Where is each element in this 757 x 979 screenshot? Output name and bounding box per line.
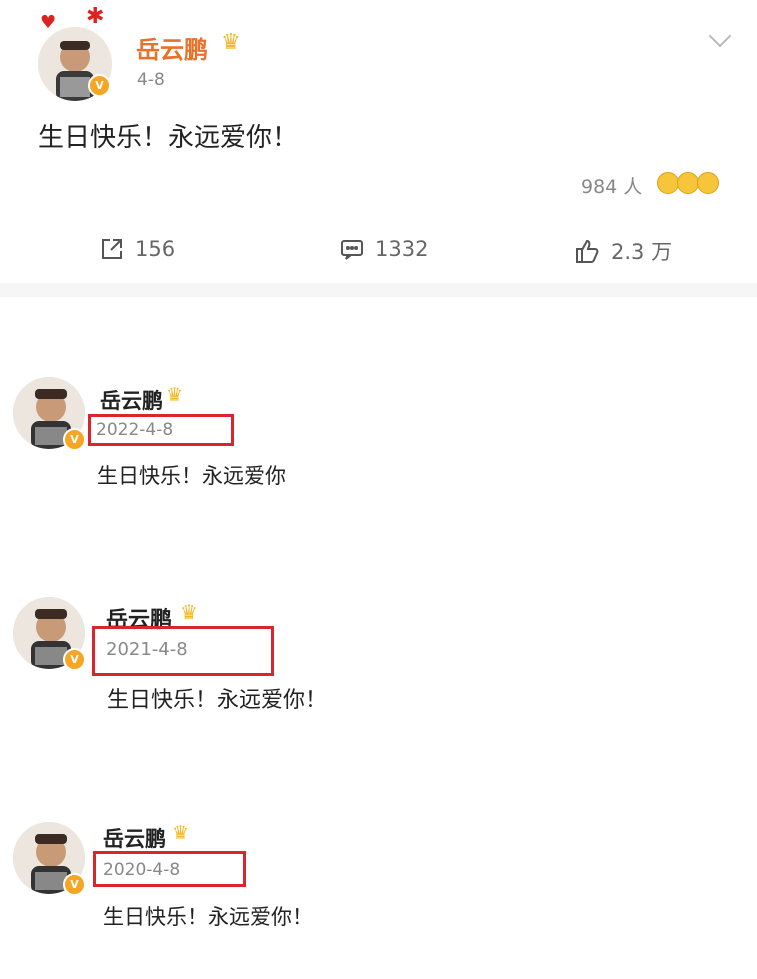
verified-v-icon: V (63, 873, 86, 896)
like-button[interactable]: 2.3 万 (573, 236, 672, 266)
author-name[interactable]: 岳云鹏 (103, 823, 166, 853)
comment-button[interactable]: 1332 (339, 236, 428, 262)
decor-heart-icon: ♥ (40, 12, 57, 33)
post-text: 生日快乐！永远爱你！ (103, 905, 313, 929)
verified-v-icon: V (63, 648, 86, 671)
post-date: 4-8 (137, 70, 165, 90)
verified-v-icon: V (63, 428, 86, 451)
author-name[interactable]: 岳云鹏 (136, 30, 208, 65)
author-name[interactable]: 岳云鹏 (100, 385, 163, 415)
comment-count: 1332 (375, 237, 429, 261)
post-text: 生日快乐！永远爱你！ (38, 123, 299, 153)
chevron-down-icon[interactable] (708, 24, 732, 48)
verified-v-icon: V (88, 74, 111, 97)
section-divider (0, 283, 757, 297)
post-text: 生日快乐！永远爱你 (97, 464, 286, 488)
grin-emoji-icon (657, 172, 679, 194)
post-date: 2022-4-8 (96, 420, 174, 440)
share-button[interactable]: 156 (99, 236, 175, 262)
emoji-reaction-icon[interactable] (657, 172, 727, 196)
shock-emoji-icon (697, 172, 719, 194)
crown-icon: ♛ (172, 822, 190, 844)
post-date: 2021-4-8 (106, 639, 188, 660)
comment-icon (341, 240, 363, 260)
history-entry-2020: V 岳云鹏 ♛ 2020-4-8 生日快乐！永远爱你！ (0, 815, 757, 945)
crown-icon: ♛ (166, 384, 184, 406)
like-icon (576, 239, 599, 263)
history-entry-2021: V 岳云鹏 ♛ 2021-4-8 生日快乐！永远爱你！ (0, 590, 757, 720)
laugh-emoji-icon (677, 172, 699, 194)
like-count: 2.3 万 (611, 240, 673, 264)
weibo-post-card: ✱ ♥ V 岳云鹏 ♛ 4-8 生日快乐！永远爱你！ 984 人 156 133… (0, 0, 757, 283)
post-date: 2020-4-8 (103, 860, 181, 880)
crown-icon: ♛ (180, 600, 198, 624)
decor-star-icon: ✱ (86, 4, 105, 29)
share-count: 156 (135, 237, 176, 261)
history-entry-2022: V 岳云鹏 ♛ 2022-4-8 生日快乐！永远爱你 (0, 370, 757, 500)
post-text: 生日快乐！永远爱你！ (107, 688, 328, 713)
likes-people-count[interactable]: 984 人 (581, 172, 642, 199)
crown-icon: ♛ (221, 30, 241, 55)
share-icon (102, 239, 122, 259)
